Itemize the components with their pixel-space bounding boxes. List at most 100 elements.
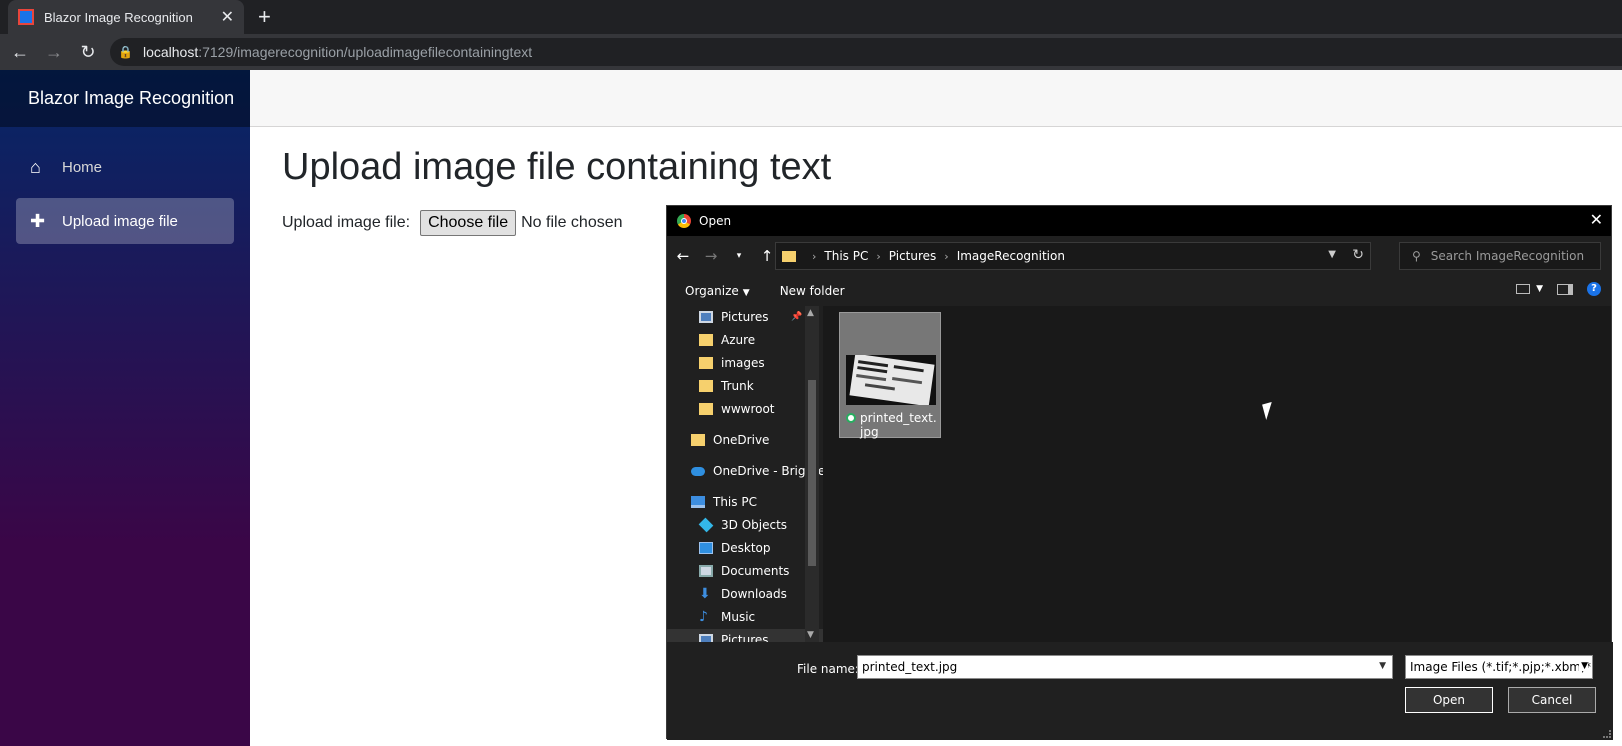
nav-pane-item[interactable]: 3D Objects: [698, 514, 787, 536]
music-icon: ♪: [699, 609, 708, 625]
dialog-titlebar: Open ✕: [667, 206, 1611, 236]
nav-pane-scrollbar[interactable]: ▲ ▼: [805, 306, 819, 642]
chevron-down-icon[interactable]: ▼: [1379, 661, 1386, 671]
scroll-down-icon[interactable]: ▼: [807, 630, 814, 640]
folder-icon: [782, 250, 796, 262]
new-folder-button[interactable]: New folder: [780, 284, 845, 298]
search-placeholder: Search ImageRecognition: [1430, 249, 1585, 263]
scrollbar-thumb[interactable]: [808, 380, 816, 566]
lock-icon[interactable]: 🔒: [118, 45, 133, 59]
nav-pane-item-this-pc[interactable]: This PC: [691, 491, 757, 513]
recent-locations-icon[interactable]: ▾: [727, 251, 751, 261]
file-name-value: printed_text.jpg: [862, 660, 958, 674]
file-name: printed_text.jpg: [860, 411, 937, 439]
forward-icon[interactable]: →: [699, 247, 723, 265]
home-icon: ⌂: [30, 156, 41, 177]
dialog-address-row: ← → ▾ ↑ › This PC › Pictures › ImageReco…: [667, 236, 1613, 276]
organize-button[interactable]: Organize ▼: [685, 284, 750, 298]
breadcrumb[interactable]: › This PC › Pictures › ImageRecognition …: [775, 242, 1371, 270]
nav-pane-item[interactable]: Documents: [699, 560, 789, 582]
no-file-text: No file chosen: [521, 214, 623, 231]
browser-tabstrip: Blazor Image Recognition ✕ +: [0, 0, 1622, 34]
back-icon[interactable]: ←: [671, 247, 695, 265]
folder-icon: [699, 334, 713, 346]
refresh-icon[interactable]: ↻: [1352, 247, 1364, 263]
back-icon[interactable]: ←: [6, 42, 34, 63]
address-bar[interactable]: 🔒 localhost:7129/imagerecognition/upload…: [110, 38, 1622, 66]
image-thumbnail: [846, 355, 936, 405]
nav-item-home[interactable]: ⌂ Home: [16, 144, 234, 190]
sidebar: Blazor Image Recognition ⌂ Home ✚ Upload…: [0, 70, 250, 746]
computer-icon: [691, 496, 705, 508]
reload-icon[interactable]: ↻: [74, 42, 102, 63]
nav-pane-item[interactable]: ♪ Music: [699, 606, 755, 628]
folder-icon: [691, 434, 705, 446]
file-type-value: Image Files (*.tif;*.pjp;*.xbm;*.jxl;*: [1410, 660, 1592, 674]
nav-pane-item[interactable]: Pictures 📌: [699, 306, 802, 328]
chevron-down-icon[interactable]: ▼: [1328, 249, 1336, 260]
file-item[interactable]: printed_text.jpg: [839, 312, 941, 439]
nav-pane-item[interactable]: Desktop: [699, 537, 771, 559]
documents-icon: [699, 565, 713, 577]
breadcrumb-this-pc[interactable]: This PC: [824, 249, 868, 263]
choose-file-button[interactable]: Choose file: [420, 210, 517, 236]
browser-toolbar: ← → ↻ 🔒 localhost:7129/imagerecognition/…: [0, 34, 1622, 70]
nav-pane-item[interactable]: images: [699, 352, 765, 374]
help-icon[interactable]: ?: [1587, 282, 1601, 296]
open-button[interactable]: Open: [1405, 687, 1493, 713]
nav-pane-item[interactable]: Trunk: [699, 375, 754, 397]
dialog-footer: File name: printed_text.jpg ▼ Image File…: [667, 642, 1613, 740]
3d-objects-icon: [698, 517, 714, 533]
cloud-icon: [691, 466, 705, 476]
file-type-select[interactable]: Image Files (*.tif;*.pjp;*.xbm;*.jxl;* ▼: [1405, 655, 1593, 679]
nav-item-label: Upload image file: [62, 212, 178, 230]
preview-pane-icon[interactable]: [1557, 283, 1573, 295]
change-view-icon[interactable]: [1516, 284, 1531, 294]
nav-pane-item-onedrive-business[interactable]: OneDrive - Brighte: [691, 460, 823, 482]
nav-pane-item[interactable]: ⬇ Downloads: [699, 583, 787, 605]
chevron-down-icon[interactable]: ▼: [1579, 661, 1588, 671]
nav-pane-item-pictures-selected[interactable]: Pictures: [667, 629, 823, 642]
command-bar: Organize ▼ New folder ▼ ?: [667, 276, 1613, 306]
chrome-icon: [677, 214, 691, 228]
nav-pane-item-onedrive[interactable]: OneDrive: [691, 429, 769, 451]
downloads-icon: ⬇: [699, 586, 711, 602]
breadcrumb-imagerecognition[interactable]: ImageRecognition: [957, 249, 1065, 263]
nav-pane-item[interactable]: Azure: [699, 329, 755, 351]
nav-item-upload[interactable]: ✚ Upload image file: [16, 198, 234, 244]
pictures-icon: [699, 634, 713, 642]
chevron-down-icon[interactable]: ▼: [1536, 284, 1543, 294]
file-name-label: File name:: [797, 662, 859, 676]
tab-close-icon[interactable]: ✕: [221, 7, 234, 27]
brand-title[interactable]: Blazor Image Recognition: [0, 70, 250, 127]
page-title: Upload image file containing text: [282, 146, 832, 188]
top-row: [250, 70, 1622, 127]
pictures-icon: [699, 311, 713, 323]
nav-pane-item[interactable]: wwwroot: [699, 398, 775, 420]
resize-grip-icon[interactable]: [1603, 730, 1611, 738]
file-list: printed_text.jpg: [823, 306, 1611, 642]
favicon-icon: [18, 9, 34, 25]
open-file-dialog: Open ✕ ← → ▾ ↑ › This PC › Pictures › Im…: [666, 205, 1613, 740]
sync-status-icon: [846, 413, 856, 423]
forward-icon[interactable]: →: [40, 42, 68, 63]
search-icon: ⚲: [1412, 249, 1421, 263]
chevron-down-icon: ▼: [742, 288, 750, 298]
navigation-pane: Pictures 📌 Azure images Trunk wwwroot One…: [667, 306, 823, 642]
nav-item-label: Home: [62, 158, 103, 176]
upload-label: Upload image file:: [282, 214, 411, 231]
desktop-icon: [699, 542, 713, 554]
upload-row: Upload image file: Choose file No file c…: [282, 210, 623, 236]
cancel-button[interactable]: Cancel: [1508, 687, 1596, 713]
file-name-field[interactable]: printed_text.jpg ▼: [857, 655, 1393, 679]
scroll-up-icon[interactable]: ▲: [807, 308, 814, 318]
dialog-title: Open: [699, 214, 732, 228]
breadcrumb-pictures[interactable]: Pictures: [889, 249, 937, 263]
search-input[interactable]: ⚲ Search ImageRecognition: [1399, 242, 1601, 270]
folder-icon: [699, 380, 713, 392]
new-tab-button[interactable]: +: [258, 4, 271, 30]
browser-tab[interactable]: Blazor Image Recognition ✕: [8, 0, 244, 34]
plus-icon: ✚: [30, 210, 46, 231]
close-icon[interactable]: ✕: [1590, 210, 1603, 229]
view-controls: ▼ ?: [1516, 282, 1601, 296]
